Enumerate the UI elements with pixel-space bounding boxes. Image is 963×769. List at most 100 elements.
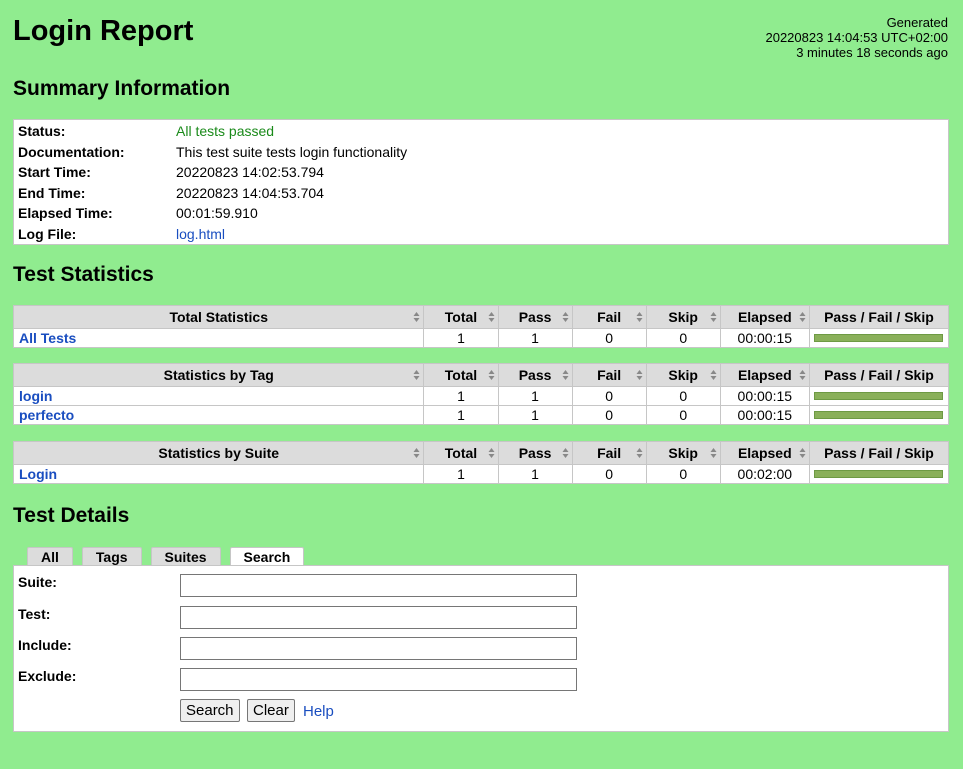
sort-icon bbox=[413, 448, 420, 458]
pass-cell: 1 bbox=[497, 464, 573, 484]
sort-icon bbox=[562, 370, 569, 380]
summary-label: Start Time: bbox=[18, 164, 91, 181]
help-link[interactable]: Help bbox=[303, 703, 334, 720]
elapsed-cell: 00:00:15 bbox=[719, 328, 810, 348]
sort-icon bbox=[710, 370, 717, 380]
column-header-elapsed[interactable]: Elapsed bbox=[719, 305, 810, 329]
tab-tags[interactable]: Tags bbox=[81, 547, 142, 565]
stat-name-link[interactable]: All Tests bbox=[19, 330, 76, 346]
start-time-value: 20220823 14:02:53.794 bbox=[176, 164, 324, 181]
skip-cell: 0 bbox=[645, 405, 721, 425]
total-cell: 1 bbox=[423, 405, 499, 425]
column-header-fail[interactable]: Fail bbox=[571, 305, 647, 329]
tab-suites[interactable]: Suites bbox=[150, 547, 221, 565]
fail-cell: 0 bbox=[571, 464, 647, 484]
page-title: Login Report bbox=[13, 15, 194, 47]
search-panel: Suite: Test: Include: Exclude: Search Cl… bbox=[13, 565, 949, 732]
summary-panel: Status: All tests passed Documentation: … bbox=[13, 119, 949, 245]
summary-label: Log File: bbox=[18, 225, 77, 242]
column-header-graph: Pass / Fail / Skip bbox=[808, 305, 950, 329]
column-header-total[interactable]: Total bbox=[423, 305, 499, 329]
sort-icon bbox=[488, 448, 495, 458]
statistics-heading: Test Statistics bbox=[13, 263, 154, 286]
table-header-row: Statistics by Tag Total Pass Fail Skip E… bbox=[12, 363, 950, 387]
column-header-name[interactable]: Statistics by Tag bbox=[12, 363, 425, 387]
sort-icon bbox=[488, 312, 495, 322]
total-cell: 1 bbox=[423, 464, 499, 484]
include-input[interactable] bbox=[180, 637, 577, 660]
stat-name-link[interactable]: perfecto bbox=[19, 407, 74, 423]
stat-name-link[interactable]: Login bbox=[19, 466, 57, 482]
column-header-name[interactable]: Total Statistics bbox=[12, 305, 425, 329]
summary-row-status: Status: All tests passed bbox=[14, 121, 948, 142]
test-input[interactable] bbox=[180, 606, 577, 629]
pass-cell: 1 bbox=[497, 405, 573, 425]
column-header-total[interactable]: Total bbox=[423, 363, 499, 387]
summary-row-documentation: Documentation: This test suite tests log… bbox=[14, 142, 948, 163]
details-heading: Test Details bbox=[13, 504, 130, 527]
summary-label: End Time: bbox=[18, 184, 86, 201]
column-header-graph: Pass / Fail / Skip bbox=[808, 363, 950, 387]
pass-cell: 1 bbox=[497, 328, 573, 348]
sort-icon bbox=[710, 312, 717, 322]
pass-bar bbox=[814, 334, 944, 342]
column-header-skip[interactable]: Skip bbox=[645, 363, 721, 387]
column-header-elapsed[interactable]: Elapsed bbox=[719, 363, 810, 387]
column-header-graph: Pass / Fail / Skip bbox=[808, 441, 950, 465]
generated-time: 20220823 14:04:53 UTC+02:00 bbox=[765, 30, 948, 45]
table-row: Login 1 1 0 0 00:02:00 bbox=[12, 464, 950, 484]
skip-cell: 0 bbox=[645, 464, 721, 484]
summary-row-elapsed-time: Elapsed Time: 00:01:59.910 bbox=[14, 203, 948, 224]
column-header-pass[interactable]: Pass bbox=[497, 441, 573, 465]
sort-icon bbox=[799, 370, 806, 380]
summary-row-end-time: End Time: 20220823 14:04:53.704 bbox=[14, 183, 948, 204]
status-value: All tests passed bbox=[176, 123, 275, 139]
summary-heading: Summary Information bbox=[13, 77, 231, 100]
summary-label: Status: bbox=[18, 123, 66, 139]
sort-icon bbox=[562, 312, 569, 322]
column-header-pass[interactable]: Pass bbox=[497, 363, 573, 387]
column-header-fail[interactable]: Fail bbox=[571, 441, 647, 465]
elapsed-cell: 00:00:15 bbox=[719, 386, 810, 406]
pass-bar bbox=[814, 411, 944, 419]
documentation-value: This test suite tests login functionalit… bbox=[176, 143, 408, 160]
sort-icon bbox=[636, 370, 643, 380]
table-row: perfecto 1 1 0 0 00:00:15 bbox=[12, 405, 950, 425]
sort-icon bbox=[488, 370, 495, 380]
column-header-total[interactable]: Total bbox=[423, 441, 499, 465]
sort-icon bbox=[413, 312, 420, 322]
exclude-input[interactable] bbox=[180, 668, 577, 691]
summary-row-log-file: Log File: log.html bbox=[14, 224, 948, 245]
column-header-skip[interactable]: Skip bbox=[645, 441, 721, 465]
column-header-fail[interactable]: Fail bbox=[571, 363, 647, 387]
tab-all[interactable]: All bbox=[27, 547, 73, 565]
sort-icon bbox=[636, 312, 643, 322]
generated-info: Generated 20220823 14:04:53 UTC+02:00 3 … bbox=[765, 15, 948, 60]
generated-ago: 3 minutes 18 seconds ago bbox=[796, 45, 948, 60]
total-cell: 1 bbox=[423, 328, 499, 348]
sort-icon bbox=[413, 370, 420, 380]
column-header-name[interactable]: Statistics by Suite bbox=[12, 441, 425, 465]
include-label: Include: bbox=[18, 637, 72, 653]
column-header-pass[interactable]: Pass bbox=[497, 305, 573, 329]
sort-icon bbox=[799, 312, 806, 322]
search-button[interactable]: Search bbox=[180, 699, 240, 722]
column-header-skip[interactable]: Skip bbox=[645, 305, 721, 329]
sort-icon bbox=[636, 448, 643, 458]
stat-name-link[interactable]: login bbox=[19, 388, 52, 404]
summary-row-start-time: Start Time: 20220823 14:02:53.794 bbox=[14, 162, 948, 183]
end-time-value: 20220823 14:04:53.704 bbox=[176, 184, 324, 201]
clear-button[interactable]: Clear bbox=[247, 699, 295, 722]
fail-cell: 0 bbox=[571, 405, 647, 425]
details-tabs: All Tags Suites Search bbox=[27, 547, 313, 566]
suite-input[interactable] bbox=[180, 574, 577, 597]
suite-label: Suite: bbox=[18, 574, 57, 590]
tab-search[interactable]: Search bbox=[229, 547, 305, 566]
log-file-link[interactable]: log.html bbox=[176, 226, 225, 242]
summary-label: Elapsed Time: bbox=[18, 205, 113, 222]
column-header-elapsed[interactable]: Elapsed bbox=[719, 441, 810, 465]
fail-cell: 0 bbox=[571, 328, 647, 348]
generated-label: Generated bbox=[886, 15, 948, 30]
sort-icon bbox=[799, 448, 806, 458]
skip-cell: 0 bbox=[645, 328, 721, 348]
